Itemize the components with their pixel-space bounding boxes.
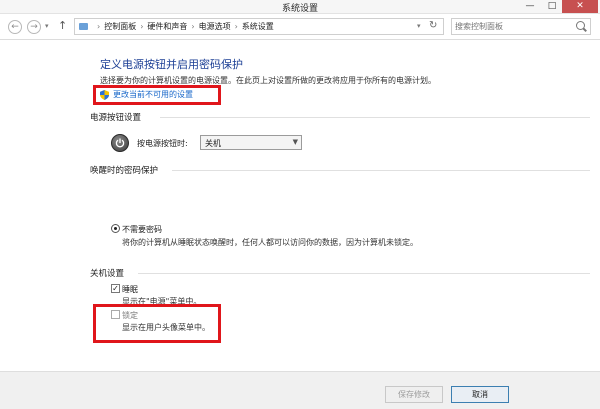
maximize-button[interactable]: □ [542,0,562,13]
window-titlebar: 系统设置 — □ ✕ [0,0,600,14]
close-button[interactable]: ✕ [562,0,598,13]
chevron-down-icon: ▼ [292,138,298,146]
section-divider [172,170,590,171]
section-title-power-button: 电源按钮设置 [90,113,142,123]
search-box[interactable] [451,18,591,35]
breadcrumb-item-system-settings[interactable]: 系统设置 [242,22,274,31]
lock-option-description: 显示在用户头像菜单中。 [122,323,210,332]
up-arrow-icon[interactable]: ↑ [58,19,67,32]
control-panel-folder-icon [79,23,88,30]
back-button[interactable]: ← [8,20,22,34]
navigation-bar: ← → ▾ ↑ › 控制面板 › 硬件和声音 › 电源选项 › 系统设置 ▾ ↻ [0,14,600,40]
minimize-button[interactable]: — [520,0,540,13]
sleep-checkbox[interactable]: ✓ [111,284,120,293]
address-history-dropdown-icon[interactable]: ▾ [417,22,421,30]
no-password-radio[interactable] [111,224,120,233]
section-title-shutdown: 关机设置 [90,269,125,279]
breadcrumb-item-power-options[interactable]: 电源选项 [199,22,231,31]
sleep-option-label[interactable]: 睡眠 [122,284,138,295]
save-changes-button[interactable]: 保存修改 [385,386,443,403]
section-divider [138,273,590,274]
cancel-button[interactable]: 取消 [451,386,509,403]
power-button-icon [111,134,129,152]
no-password-option-description: 将你的计算机从睡眠状态唤醒时，任何人都可以访问你的数据，因为计算机未锁定。 [122,238,418,247]
main-content: 定义电源按钮并启用密码保护 选择要为你的计算机设置的电源设置。在此页上对设置所做… [0,41,600,371]
refresh-icon[interactable]: ↻ [429,20,437,31]
no-password-option-label[interactable]: 不需要密码 [122,224,162,235]
section-title-wake-password: 唤醒时的密码保护 [90,166,159,176]
highlight-box-change-settings [93,85,221,105]
lock-checkbox[interactable] [111,310,120,319]
page-title: 定义电源按钮并启用密码保护 [100,58,243,71]
power-button-action-label: 按电源按钮时: [137,139,188,148]
search-icon[interactable] [576,21,585,30]
forward-button[interactable]: → [27,20,41,34]
breadcrumb-separator-icon: › [97,22,101,31]
breadcrumb-item-hardware-sound[interactable]: 硬件和声音 [147,22,187,31]
breadcrumb-separator-icon: › [140,22,144,31]
section-divider [160,117,590,118]
breadcrumb-item-control-panel[interactable]: 控制面板 [104,22,136,31]
dialog-footer: 保存修改 取消 [0,371,600,409]
breadcrumb: › 控制面板 › 硬件和声音 › 电源选项 › 系统设置 [93,21,274,32]
breadcrumb-separator-icon: › [234,22,238,31]
address-field[interactable]: › 控制面板 › 硬件和声音 › 电源选项 › 系统设置 ▾ ↻ [74,18,444,35]
window-title: 系统设置 [281,4,318,14]
breadcrumb-separator-icon: › [191,22,195,31]
recent-pages-dropdown-icon[interactable]: ▾ [45,22,49,30]
search-input[interactable] [455,20,573,33]
power-button-action-value: 关机 [205,139,221,148]
power-button-action-select[interactable]: 关机 ▼ [200,135,302,150]
lock-option-label[interactable]: 锁定 [122,310,138,321]
